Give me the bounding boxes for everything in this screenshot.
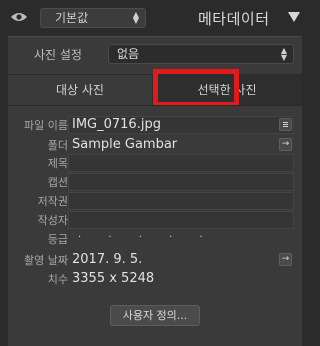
arrow-right-icon[interactable]: → — [279, 253, 292, 266]
field-value: 3355 x 5248 — [72, 271, 155, 286]
field-title: 제목 — [8, 154, 302, 172]
title-input[interactable] — [68, 154, 294, 172]
updown-arrows-icon: ▲ ▼ — [280, 46, 287, 62]
field-creator: 작성자 — [8, 211, 302, 229]
field-folder: 폴더 Sample Gambar → — [8, 136, 302, 154]
photo-setting-value: 없음 — [117, 47, 140, 61]
photo-setting-label: 사진 설정 — [34, 48, 82, 62]
field-label: 치수 — [47, 273, 68, 286]
triangle-down-icon[interactable] — [288, 12, 300, 22]
field-caption: 캡션 — [8, 173, 302, 191]
field-dimensions: 치수 3355 x 5248 — [8, 270, 302, 288]
photo-setting-select[interactable]: 없음 ▲ ▼ — [108, 44, 294, 64]
customize-button[interactable]: 사용자 정의... — [110, 305, 200, 326]
copyright-input[interactable] — [68, 192, 294, 210]
field-value: Sample Gambar — [72, 137, 178, 152]
field-label: 등급 — [47, 233, 68, 246]
rating-dots[interactable]: · · · · · — [78, 232, 215, 243]
arrow-right-icon[interactable]: → — [279, 138, 292, 151]
eye-icon[interactable] — [10, 11, 28, 23]
field-value: 2017. 9. 5. — [72, 252, 143, 267]
updown-arrows-icon: ▲ ▼ — [132, 10, 139, 25]
field-label: 폴더 — [47, 139, 68, 152]
tab-target-photo[interactable]: 대상 사진 — [8, 75, 152, 105]
preset-select[interactable]: 기본값 ▲ ▼ — [40, 8, 146, 28]
field-capture-date: 촬영 날짜 2017. 9. 5. → — [8, 251, 302, 269]
field-label: 제목 — [47, 157, 68, 170]
field-label: 저작권 — [37, 195, 68, 208]
field-label: 캡션 — [47, 176, 68, 189]
caption-input[interactable] — [68, 173, 294, 191]
field-copyright: 저작권 — [8, 192, 302, 210]
creator-input[interactable] — [68, 211, 294, 229]
field-label: 촬영 날짜 — [24, 254, 68, 267]
panel-title: 메타데이터 — [198, 10, 270, 28]
field-rating: 등급 · · · · · — [8, 230, 302, 248]
highlight-box — [153, 69, 239, 107]
panel-header: 기본값 ▲ ▼ 메타데이터 — [0, 0, 310, 36]
field-filename: 파일 이름 IMG_0716.jpg — [8, 116, 302, 134]
field-value: IMG_0716.jpg — [72, 117, 161, 132]
list-icon[interactable] — [279, 118, 292, 131]
field-label: 파일 이름 — [24, 119, 68, 132]
preset-value: 기본값 — [55, 11, 89, 25]
field-label: 작성자 — [37, 214, 68, 227]
